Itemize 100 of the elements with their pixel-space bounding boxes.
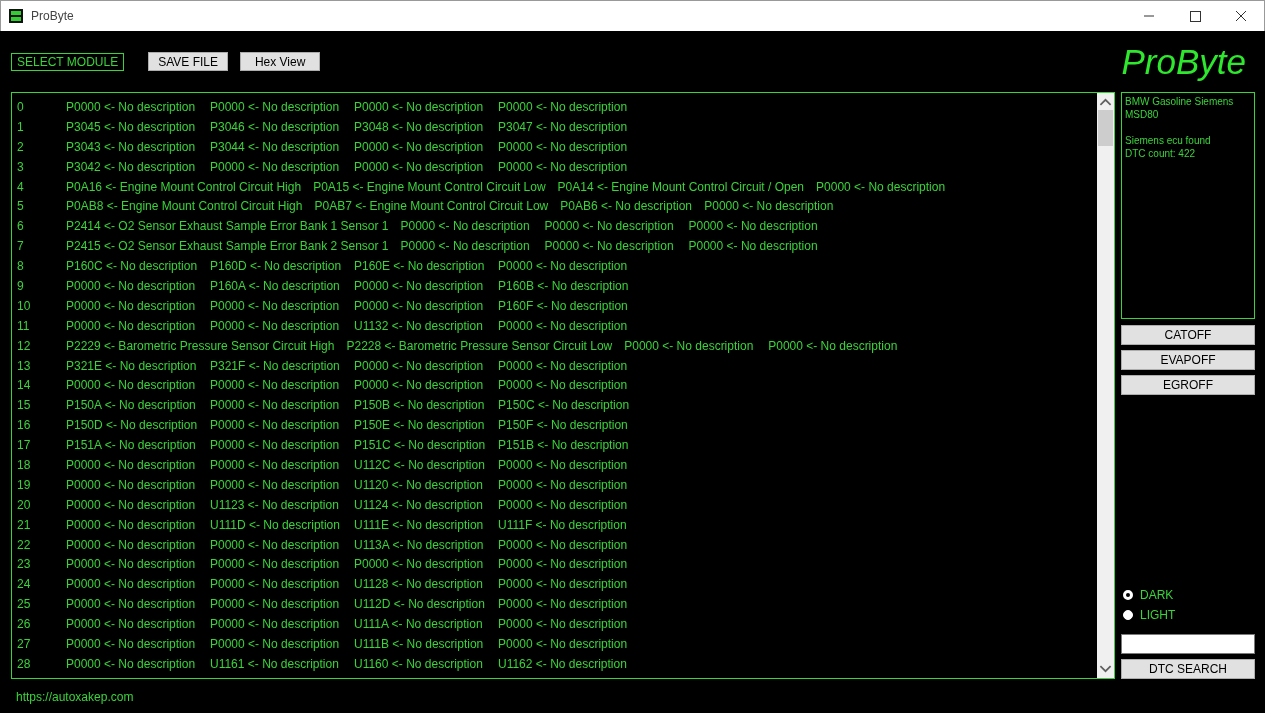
dtc-entry: P0000 <- No description: [400, 219, 531, 234]
action-button[interactable]: EVAPOFF: [1121, 350, 1255, 370]
dtc-entry: P0000 <- No description: [66, 577, 197, 592]
row-number: 19: [17, 477, 32, 492]
row-number: 28: [17, 656, 32, 671]
dtc-entry: P0000 <- No description: [498, 378, 629, 393]
row-number: 18: [17, 457, 32, 472]
row-number: 15: [17, 398, 32, 413]
scroll-thumb[interactable]: [1098, 110, 1113, 146]
row-number: 13: [17, 358, 32, 373]
toolbar-button[interactable]: SAVE FILE: [148, 52, 229, 71]
dtc-entry: P3043 <- No description: [66, 139, 197, 154]
row-number: 7: [17, 239, 25, 254]
row-number: 22: [17, 537, 32, 552]
dtc-entry: P150B <- No description: [354, 398, 486, 413]
dtc-entry: P0000 <- No description: [66, 557, 197, 572]
dtc-entry: P321F <- No description: [210, 358, 341, 373]
select-module-button[interactable]: SELECT MODULE: [11, 52, 125, 71]
dtc-entry: P0000 <- No description: [66, 477, 197, 492]
dtc-entry: P2415 <- O2 Sensor Exhaust Sample Error Bank 2 Sensor 1: [66, 239, 389, 254]
dtc-entry: P0A16 <- Engine Mount Control Circuit High: [66, 179, 302, 194]
dtc-entry: U111D <- No description: [210, 517, 341, 532]
dtc-entry: P0000 <- No description: [210, 418, 341, 433]
dtc-entry: P0000 <- No description: [688, 219, 819, 234]
row-number: 20: [17, 497, 32, 512]
dtc-entry: P0000 <- No description: [354, 278, 485, 293]
dtc-search-button[interactable]: DTC SEARCH: [1121, 659, 1255, 679]
toolbar-button[interactable]: Hex View: [240, 52, 321, 71]
action-button[interactable]: CATOFF: [1121, 325, 1255, 345]
dtc-entry: P0000 <- No description: [66, 517, 197, 532]
dtc-entry: P0000 <- No description: [210, 398, 341, 413]
dtc-entry: P160D <- No description: [210, 259, 342, 274]
dtc-entry: P0000 <- No description: [66, 597, 197, 612]
row-number: 4: [17, 179, 25, 194]
row-number: 24: [17, 577, 32, 592]
dtc-entry: P0000 <- No description: [354, 358, 485, 373]
dtc-entry: P160C <- No description: [66, 259, 198, 274]
row-number: 9: [17, 278, 25, 293]
info-text: Siemens ecu found: [1125, 134, 1212, 147]
dtc-entry: P160F <- No description: [498, 298, 629, 313]
dtc-entry: P0000 <- No description: [66, 99, 197, 114]
scrollbar[interactable]: [1097, 93, 1114, 678]
row-number: 23: [17, 557, 32, 572]
dtc-entry: P0AB6 <- No description: [560, 199, 693, 214]
row-number: 3: [17, 159, 25, 174]
dtc-entry: P0000 <- No description: [498, 139, 629, 154]
dtc-entry: P0000 <- No description: [66, 656, 197, 671]
dtc-entry: P0000 <- No description: [66, 457, 197, 472]
dtc-entry: P150D <- No description: [66, 418, 198, 433]
radio-button[interactable]: [1123, 610, 1133, 620]
dtc-entry: P0000 <- No description: [354, 557, 485, 572]
row-number: 11: [17, 318, 31, 333]
dtc-entry: P0A14 <- Engine Mount Control Circuit / Open: [557, 179, 805, 194]
dtc-entry: P0000 <- No description: [210, 318, 341, 333]
dtc-entry: P3042 <- No description: [66, 159, 197, 174]
row-number: 17: [17, 438, 32, 453]
dtc-entry: P0000 <- No description: [354, 378, 485, 393]
dtc-entry: P0000 <- No description: [210, 557, 341, 572]
dtc-entry: P0000 <- No description: [354, 298, 485, 313]
info-text: MSD80: [1125, 108, 1160, 121]
dtc-entry: P0000 <- No description: [624, 338, 755, 353]
dtc-entry: P0A15 <- Engine Mount Control Circuit Low: [313, 179, 546, 194]
dtc-entry: U113A <- No description: [354, 537, 485, 552]
row-number: 0: [17, 99, 25, 114]
dtc-entry: U1132 <- No description: [354, 318, 484, 333]
dtc-entry: P0000 <- No description: [66, 298, 197, 313]
dtc-entry: P150C <- No description: [498, 398, 630, 413]
row-number: 10: [17, 298, 32, 313]
row-number: 1: [17, 119, 25, 134]
dtc-entry: P0000 <- No description: [210, 537, 341, 552]
dtc-entry: P0AB8 <- Engine Mount Control Circuit High: [66, 199, 303, 214]
dtc-entry: P3045 <- No description: [66, 119, 197, 134]
radio-button[interactable]: [1123, 590, 1133, 600]
dtc-entry: U111F <- No description: [498, 517, 628, 532]
dtc-entry: P0000 <- No description: [498, 318, 629, 333]
dtc-entry: P3044 <- No description: [210, 139, 341, 154]
dtc-entry: P0000 <- No description: [768, 338, 899, 353]
dtc-entry: P3046 <- No description: [210, 119, 341, 134]
dtc-entry: U1120 <- No description: [354, 477, 484, 492]
dtc-entry: P0000 <- No description: [66, 318, 197, 333]
dtc-entry: P0000 <- No description: [210, 617, 341, 632]
dtc-entry: U112D <- No description: [354, 597, 486, 612]
dtc-entry: U111E <- No description: [354, 517, 485, 532]
radio-label[interactable]: DARK: [1140, 588, 1174, 602]
dtc-entry: P3048 <- No description: [354, 119, 485, 134]
dtc-entry: P3047 <- No description: [498, 119, 629, 134]
dtc-entry: P0000 <- No description: [210, 298, 341, 313]
search-field[interactable]: [1121, 634, 1255, 654]
action-button[interactable]: EGROFF: [1121, 375, 1255, 395]
radio-label[interactable]: LIGHT: [1140, 608, 1176, 622]
row-number: 26: [17, 617, 32, 632]
dtc-entry: P0000 <- No description: [498, 99, 629, 114]
logo-text: ProByte: [1121, 41, 1246, 82]
dtc-entry: P0000 <- No description: [66, 378, 197, 393]
dtc-entry: P151A <- No description: [66, 438, 197, 453]
row-number: 8: [17, 259, 25, 274]
dtc-entry: U1162 <- No description: [498, 656, 628, 671]
dtc-entry: P0000 <- No description: [498, 259, 629, 274]
website-link[interactable]: https://autoxakep.com: [16, 689, 134, 704]
dtc-entry: P0000 <- No description: [498, 537, 629, 552]
